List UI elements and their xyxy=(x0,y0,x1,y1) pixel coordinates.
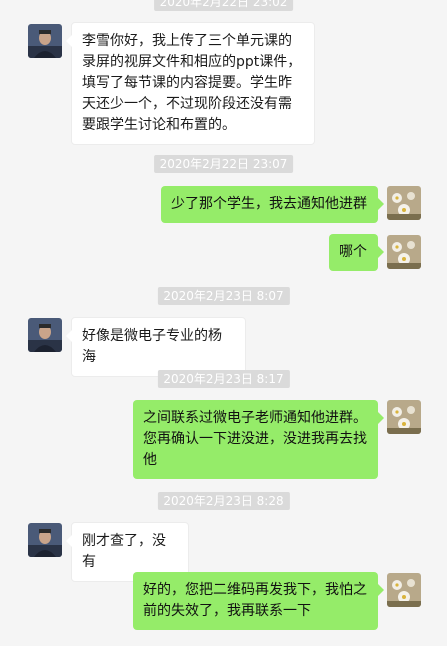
contact-avatar-image xyxy=(28,24,62,58)
timestamp: 2020年2月23日 8:07 xyxy=(157,287,290,305)
contact-avatar-image xyxy=(28,318,62,352)
timestamp: 2020年2月23日 8:28 xyxy=(157,492,290,510)
message-text: 好的，您把二维码再发我下，我怕之前的失效了，我再联系一下 xyxy=(143,582,367,619)
self-avatar-image xyxy=(387,235,421,269)
self-avatar[interactable] xyxy=(387,400,421,434)
message-text: 刚才查了，没有 xyxy=(82,533,166,570)
message-bubble-sent[interactable]: 哪个 xyxy=(329,234,384,271)
message-bubble-sent[interactable]: 好的，您把二维码再发我下，我怕之前的失效了，我再联系一下 xyxy=(133,572,384,630)
message-text: 好像是微电子专业的杨海 xyxy=(82,328,222,365)
message-bubble-received[interactable]: 李雪你好，我上传了三个单元课的录屏的视屏文件和相应的ppt课件，填写了每节课的内… xyxy=(66,22,315,145)
contact-avatar[interactable] xyxy=(28,523,62,557)
self-avatar[interactable] xyxy=(387,235,421,269)
self-avatar-image xyxy=(387,186,421,220)
contact-avatar[interactable] xyxy=(28,24,62,58)
contact-avatar[interactable] xyxy=(28,318,62,352)
message-bubble-sent[interactable]: 之间联系过微电子老师通知他进群。您再确认一下进没进，没进我再去找他 xyxy=(133,400,384,479)
self-avatar-image xyxy=(387,400,421,434)
message-bubble-sent[interactable]: 少了那个学生，我去通知他进群 xyxy=(161,186,384,223)
message-text: 李雪你好，我上传了三个单元课的录屏的视屏文件和相应的ppt课件，填写了每节课的内… xyxy=(82,33,302,133)
contact-avatar-image xyxy=(28,523,62,557)
timestamp: 2020年2月22日 23:02 xyxy=(153,0,294,11)
self-avatar[interactable] xyxy=(387,573,421,607)
chat-window: 2020年2月22日 23:02 李雪你好，我上传了三个单元课的录屏的视屏文件和… xyxy=(0,0,447,646)
message-text: 少了那个学生，我去通知他进群 xyxy=(171,196,367,212)
message-bubble-received[interactable]: 好像是微电子专业的杨海 xyxy=(66,317,246,377)
timestamp: 2020年2月22日 23:07 xyxy=(153,155,294,173)
self-avatar-image xyxy=(387,573,421,607)
self-avatar[interactable] xyxy=(387,186,421,220)
message-text: 之间联系过微电子老师通知他进群。您再确认一下进没进，没进我再去找他 xyxy=(143,410,367,468)
timestamp: 2020年2月23日 8:17 xyxy=(157,370,290,388)
message-text: 哪个 xyxy=(339,244,367,260)
